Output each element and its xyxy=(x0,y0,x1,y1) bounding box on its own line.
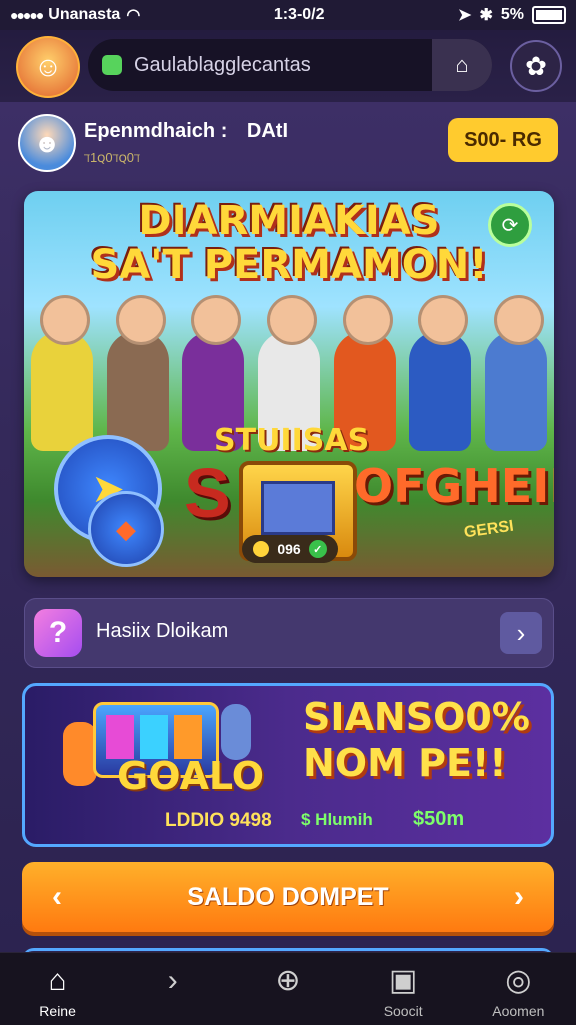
username: Epenmdhaich : xyxy=(84,120,228,142)
user-tag: DAtI xyxy=(246,120,289,142)
banner-title-line2: SA'T PERMAMON! xyxy=(90,242,488,288)
chest-value-pill: 096 ✓ xyxy=(242,535,338,563)
hero-banner[interactable]: ⟳ DIARMIAKIAS SA'T PERMAMON! ➤ ◆ S STUII… xyxy=(24,191,554,577)
wifi-icon: ◠ xyxy=(126,7,141,24)
check-icon: ✓ xyxy=(308,540,327,558)
chest-value: 096 xyxy=(277,541,301,557)
promo-headline: SIANSO0% NOM PE!! xyxy=(303,695,530,785)
carrier-label: Unanasta xyxy=(48,6,121,23)
avatar[interactable]: ☻ xyxy=(18,114,76,172)
profile-name: Epenmdhaich : DAtI xyxy=(84,120,288,143)
main-content: ☻ Epenmdhaich : DAtI ℸ1ꞯ0ℸꞯ0ℸ S00- RG ⟳ … xyxy=(0,102,576,952)
character xyxy=(106,295,169,451)
character xyxy=(30,295,93,451)
banner-title: DIARMIAKIAS SA'T PERMAMON! xyxy=(24,199,554,287)
app-header: ☺ ⌂ ✿ xyxy=(0,30,576,102)
app-logo[interactable]: ☺ xyxy=(16,36,80,98)
banner-title-line1: DIARMIAKIAS xyxy=(138,198,440,244)
character xyxy=(409,295,472,451)
question-icon: ? xyxy=(34,609,82,657)
banner-big-text: OFGHEII xyxy=(354,459,554,513)
book-icon: ▣ xyxy=(388,964,418,997)
profile-row: ☻ Epenmdhaich : DAtI ℸ1ꞯ0ℸꞯ0ℸ S00- RG xyxy=(18,114,558,176)
plus-icon: ⊕ xyxy=(275,964,301,997)
battery-percent: 5% xyxy=(500,6,524,23)
coin-balance-button[interactable]: S00- RG xyxy=(448,118,558,162)
camera-button[interactable]: ⌂ xyxy=(432,39,492,91)
nav-item-add[interactable]: ⊕ xyxy=(243,953,333,1025)
home-icon: ⌂ xyxy=(48,964,67,997)
battery-icon xyxy=(531,6,566,24)
wallet-balance-button[interactable]: ‹ SALDO DOMPET › xyxy=(22,862,554,932)
bluetooth-icon: ✱ xyxy=(479,7,493,24)
nav-label-home: Reine xyxy=(39,1003,76,1019)
nav-label-account: Aoomen xyxy=(492,1003,545,1019)
coin-icon xyxy=(253,541,270,557)
signal-icon: ●●●●● xyxy=(10,7,44,23)
search-input[interactable] xyxy=(132,52,436,78)
location-icon: ➤ xyxy=(458,7,472,24)
banner-letter-s: S xyxy=(184,454,231,532)
target-icon: ◎ xyxy=(505,964,532,997)
chevron-right-icon[interactable]: › xyxy=(514,880,524,914)
nav-item-home[interactable]: ⌂ Reine xyxy=(13,953,103,1025)
chevron-right-icon[interactable]: › xyxy=(500,612,542,654)
help-row[interactable]: ? Hasiix Dloikam › xyxy=(24,598,554,668)
chevron-left-icon[interactable]: ‹ xyxy=(52,880,62,914)
status-bar: ●●●●● Unanasta ◠ 1:3-0/2 ➤ ✱ 5% xyxy=(0,0,576,30)
lock-icon xyxy=(102,55,122,75)
nav-item-book[interactable]: ▣ Soocit xyxy=(358,953,448,1025)
character xyxy=(221,704,251,760)
profile-subtitle: ℸ1ꞯ0ℸꞯ0ℸ xyxy=(84,150,140,165)
banner-small-text: GERSI xyxy=(462,517,515,542)
camera-icon: ⌂ xyxy=(455,52,469,77)
promo-banner[interactable]: GOALO SIANSO0% NOM PE!! LDDIO 9498 $ Hlu… xyxy=(22,683,554,847)
settings-button[interactable]: ✿ xyxy=(510,40,562,92)
nav-label-book: Soocit xyxy=(383,1003,423,1019)
chest-gem xyxy=(261,481,335,535)
wallet-label: SALDO DOMPET xyxy=(187,882,389,911)
promo-code: LDDIO 9498 xyxy=(165,810,272,831)
nav-item-account[interactable]: ◎ Aoomen xyxy=(473,953,563,1025)
promo-minimum: $ Hlumih xyxy=(301,810,373,829)
character xyxy=(63,722,97,786)
promo-amount: $50m xyxy=(413,808,465,830)
promo-logo: GOALO xyxy=(117,754,265,798)
search-bar: ⌂ xyxy=(88,39,492,91)
diamond-icon: ◆ xyxy=(88,491,164,567)
character xyxy=(485,295,548,451)
chevron-right-icon: › xyxy=(167,964,178,997)
bottom-nav: ⌂ Reine › ⊕ ▣ Soocit ◎ Aoomen xyxy=(0,952,576,1025)
help-label: Hasiix Dloikam xyxy=(96,620,229,642)
banner-subtitle: STUIISAS xyxy=(214,423,370,458)
gear-icon: ✿ xyxy=(525,50,547,81)
clock: 1:3-0/2 xyxy=(273,6,325,23)
nav-item-forward[interactable]: › xyxy=(128,953,218,1025)
